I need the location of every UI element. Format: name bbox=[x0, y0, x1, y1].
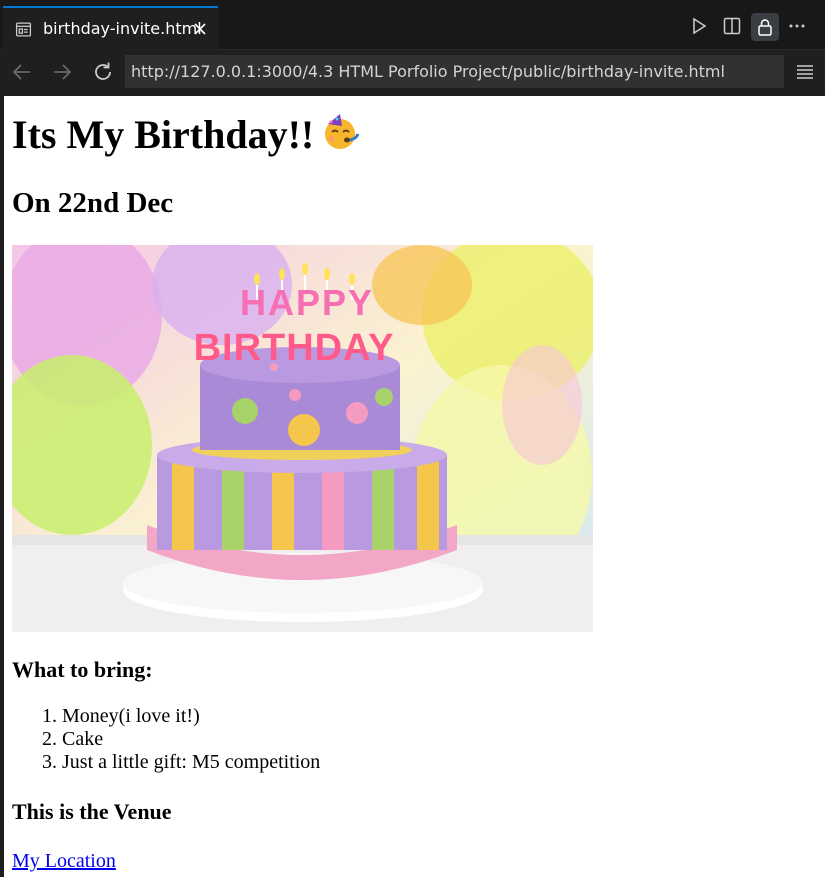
play-icon[interactable] bbox=[689, 16, 709, 36]
tab-label: birthday-invite.html bbox=[43, 19, 202, 38]
lock-icon bbox=[758, 19, 772, 36]
party-face-emoji bbox=[320, 112, 360, 162]
page-content: Its My Birthday!! On 22nd Dec HAPPY BIRT… bbox=[4, 96, 825, 877]
more-icon[interactable] bbox=[787, 16, 807, 36]
page-title: Its My Birthday!! bbox=[12, 112, 360, 162]
close-icon[interactable] bbox=[193, 22, 207, 36]
lock-button[interactable] bbox=[751, 13, 779, 41]
reload-icon[interactable] bbox=[91, 60, 115, 84]
venue-heading: This is the Venue bbox=[12, 799, 172, 824]
tab-bar: birthday-invite.html bbox=[0, 0, 825, 50]
list-item: Cake bbox=[62, 728, 320, 751]
split-editor-icon[interactable] bbox=[722, 16, 742, 36]
bring-list: Money(i love it!) Cake Just a little gif… bbox=[22, 705, 320, 774]
url-input[interactable]: http://127.0.0.1:3000/4.3 HTML Porfolio … bbox=[125, 55, 784, 88]
arrow-right-icon[interactable] bbox=[50, 60, 74, 84]
list-item: Just a little gift: M5 competition bbox=[62, 751, 320, 774]
list-item: Money(i love it!) bbox=[62, 705, 320, 728]
bring-heading: What to bring: bbox=[12, 657, 153, 682]
browser-preview-icon bbox=[15, 22, 32, 37]
location-link[interactable]: My Location bbox=[12, 849, 116, 873]
tab-birthday-invite[interactable]: birthday-invite.html bbox=[3, 6, 218, 50]
date-heading: On 22nd Dec bbox=[12, 187, 174, 219]
arrow-left-icon[interactable] bbox=[10, 60, 34, 84]
birthday-cake-image: HAPPY BIRTHDAY bbox=[12, 245, 593, 632]
menu-icon[interactable] bbox=[795, 63, 815, 81]
cake-text-happy: HAPPY bbox=[240, 282, 374, 323]
cake-text-birthday: BIRTHDAY bbox=[194, 327, 395, 369]
